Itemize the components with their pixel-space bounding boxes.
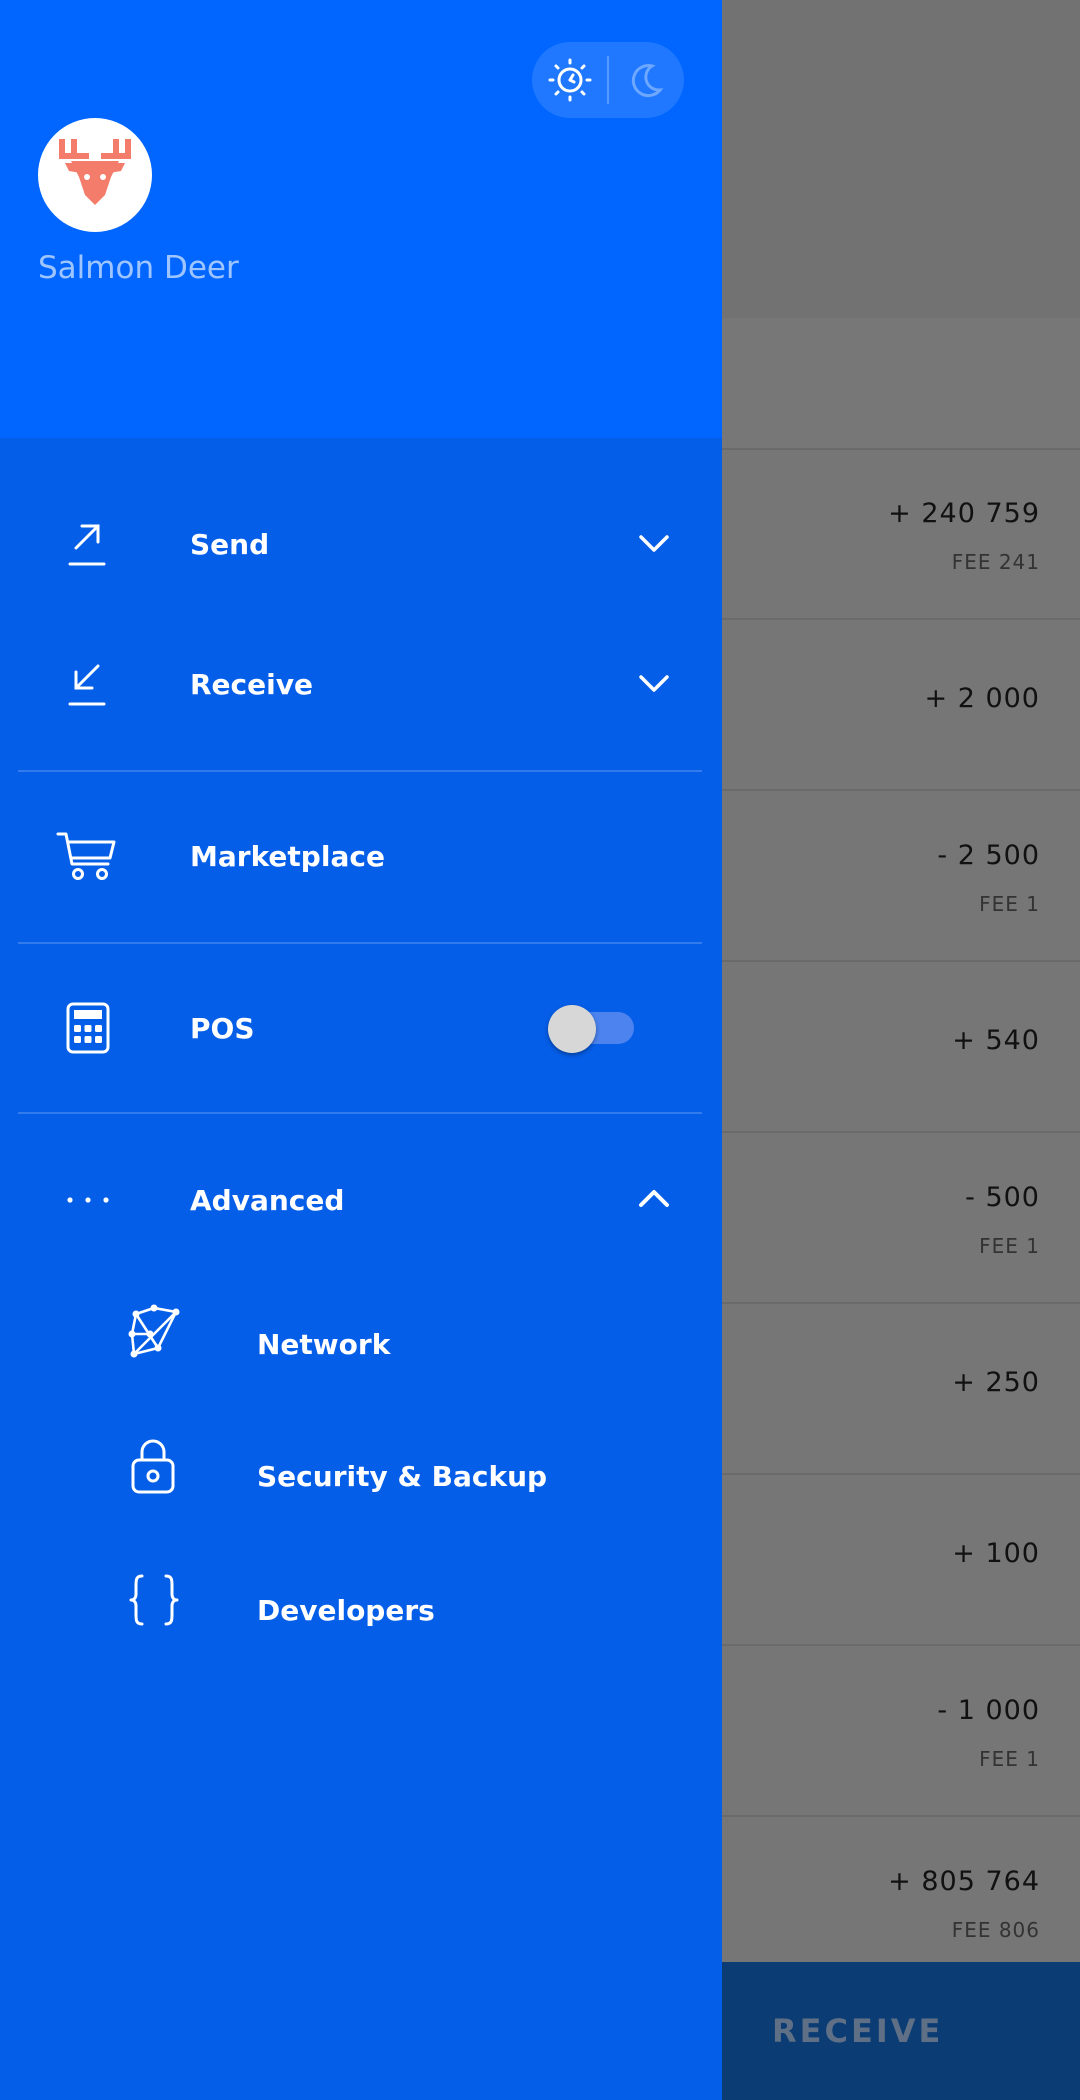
more-dots-icon xyxy=(67,1197,109,1203)
calculator-icon xyxy=(66,1002,110,1054)
lock-icon xyxy=(131,1439,175,1494)
menu-label-security-backup: Security & Backup xyxy=(257,1460,548,1493)
receive-bottom-button-label: RECEIVE xyxy=(772,2012,944,2050)
transaction-amount: - 500 xyxy=(965,1182,1040,1213)
menu-label-developers: Developers xyxy=(257,1594,435,1627)
transaction-row[interactable]: - 500 FEE 1 xyxy=(722,1134,1080,1304)
menu-item-marketplace[interactable]: Marketplace xyxy=(0,772,722,940)
transaction-amount: + 100 xyxy=(952,1538,1040,1569)
chevron-up-icon[interactable] xyxy=(638,1188,670,1208)
transaction-fee: FEE 1 xyxy=(979,892,1040,916)
drawer-header: Salmon Deer xyxy=(0,0,722,438)
chevron-down-icon[interactable] xyxy=(638,674,670,694)
transaction-amount: + 805 764 xyxy=(888,1866,1040,1897)
menu-item-advanced[interactable]: Advanced xyxy=(0,1114,722,1284)
transaction-amount: - 2 500 xyxy=(937,840,1040,871)
theme-toggle[interactable] xyxy=(532,42,684,118)
transaction-row[interactable]: + 540 xyxy=(722,963,1080,1133)
moon-icon[interactable] xyxy=(622,56,670,104)
menu-label-network: Network xyxy=(257,1328,391,1361)
menu-item-network[interactable]: Network xyxy=(0,1288,722,1408)
send-arrow-icon xyxy=(68,524,106,566)
menu-label-marketplace: Marketplace xyxy=(190,840,385,873)
auto-theme-icon[interactable] xyxy=(546,56,594,104)
transaction-row[interactable]: + 2 000 xyxy=(722,621,1080,791)
transaction-row[interactable]: + 250 xyxy=(722,1305,1080,1475)
navigation-drawer: Salmon Deer Send Receive Marketplace POS… xyxy=(0,0,722,2100)
background-subheader xyxy=(722,318,1080,450)
transaction-row[interactable]: - 1 000 FEE 1 xyxy=(722,1647,1080,1817)
theme-toggle-divider xyxy=(607,56,609,104)
transaction-fee: FEE 806 xyxy=(951,1918,1040,1942)
menu-item-developers[interactable]: Developers xyxy=(0,1554,722,1674)
menu-item-security-backup[interactable]: Security & Backup xyxy=(0,1420,722,1540)
network-icon xyxy=(128,1304,180,1358)
cart-icon xyxy=(56,832,116,880)
transaction-row[interactable]: + 805 764 FEE 806 xyxy=(722,1818,1080,1962)
transaction-fee: FEE 1 xyxy=(979,1747,1040,1771)
deer-icon xyxy=(59,139,131,205)
pos-toggle-thumb[interactable] xyxy=(548,1005,596,1053)
menu-item-send[interactable]: Send xyxy=(0,480,722,610)
transaction-fee: FEE 241 xyxy=(951,550,1040,574)
menu-label-advanced: Advanced xyxy=(190,1184,345,1217)
menu-label-pos: POS xyxy=(190,1012,255,1045)
menu-label-send: Send xyxy=(190,528,270,561)
menu-item-receive[interactable]: Receive xyxy=(0,620,722,750)
transaction-amount: - 1 000 xyxy=(937,1695,1040,1726)
menu-label-receive: Receive xyxy=(190,668,313,701)
transaction-amount: + 250 xyxy=(952,1367,1040,1398)
avatar[interactable] xyxy=(38,118,152,232)
chevron-down-icon[interactable] xyxy=(638,534,670,554)
profile-name: Salmon Deer xyxy=(38,250,239,286)
transaction-fee: FEE 1 xyxy=(979,1234,1040,1258)
transaction-row[interactable]: - 2 500 FEE 1 xyxy=(722,792,1080,962)
receive-arrow-icon xyxy=(68,664,106,706)
braces-icon xyxy=(129,1574,179,1626)
transaction-row[interactable]: + 100 xyxy=(722,1476,1080,1646)
background-header xyxy=(722,0,1080,318)
transaction-amount: + 540 xyxy=(952,1025,1040,1056)
transaction-amount: + 240 759 xyxy=(888,498,1040,529)
transaction-amount: + 2 000 xyxy=(924,683,1040,714)
transaction-row[interactable]: + 240 759 FEE 241 xyxy=(722,450,1080,620)
